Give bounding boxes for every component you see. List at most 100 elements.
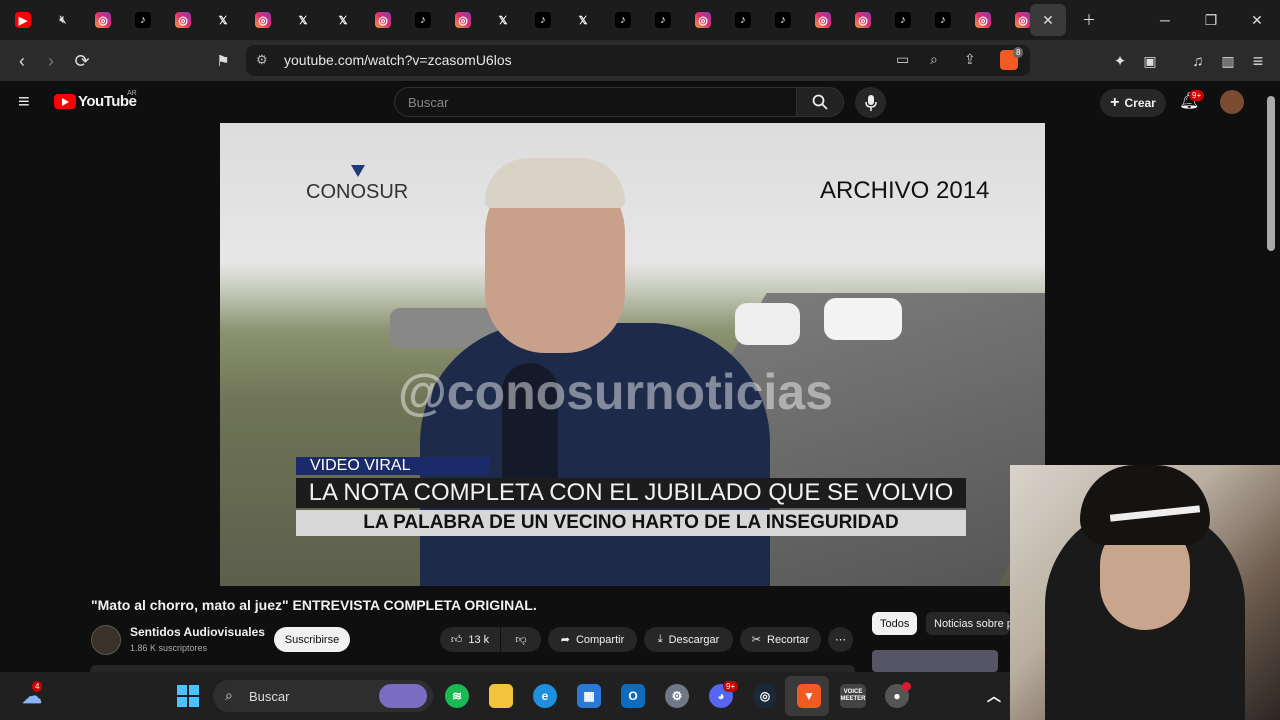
taskbar-search[interactable]: ⌕ Buscar bbox=[213, 680, 433, 712]
taskbar: ☁ 4 ⌕ Buscar ≋ e ▦ O ⚙ ◕ 9+ ◎ ▼ VOICE ME… bbox=[0, 672, 1010, 720]
cast-icon[interactable]: ▭ bbox=[896, 51, 909, 68]
avatar[interactable] bbox=[1220, 90, 1244, 114]
brave-icon[interactable]: ▼ bbox=[797, 684, 821, 708]
instagram-icon: ◎ bbox=[855, 12, 871, 28]
browser-tab[interactable]: ◎ bbox=[83, 4, 123, 36]
download-button[interactable]: ⤓ Descargar bbox=[644, 627, 733, 652]
page-scrollbar[interactable] bbox=[1267, 96, 1275, 251]
related-video-thumbnail[interactable] bbox=[872, 650, 998, 672]
browser-tab[interactable]: ♪ bbox=[723, 4, 763, 36]
browser-tab[interactable]: ♪ bbox=[123, 4, 163, 36]
tiktok-icon: ♪ bbox=[535, 12, 551, 28]
browser-tab[interactable]: 𝕏 bbox=[323, 4, 363, 36]
voicemeeter-icon[interactable]: VOICE MEETER bbox=[840, 684, 866, 708]
webcam-overlay bbox=[1010, 465, 1280, 720]
microphone-icon bbox=[864, 94, 877, 111]
search-icon bbox=[812, 94, 828, 110]
browser-tab[interactable]: ♪ bbox=[523, 4, 563, 36]
channel-avatar[interactable] bbox=[91, 625, 121, 655]
window-close-icon[interactable]: ✕ bbox=[1234, 0, 1280, 40]
restore-icon[interactable]: ❐ bbox=[1188, 0, 1234, 40]
browser-tab[interactable]: 𝕏 bbox=[483, 4, 523, 36]
search-button[interactable] bbox=[796, 87, 844, 117]
youtube-icon: ▶ bbox=[15, 12, 31, 28]
back-icon[interactable]: ‹ bbox=[9, 48, 35, 74]
browser-tab[interactable]: 🔇︎ bbox=[43, 4, 83, 36]
webcam-hair bbox=[1080, 465, 1210, 545]
browser-tab[interactable]: ♪ bbox=[403, 4, 443, 36]
browser-tab[interactable]: ◎ bbox=[843, 4, 883, 36]
file-explorer-icon[interactable] bbox=[489, 684, 513, 708]
extensions-icon[interactable]: ✦ bbox=[1107, 48, 1133, 74]
instagram-icon: ◎ bbox=[1015, 12, 1031, 28]
tiktok-icon: ♪ bbox=[135, 12, 151, 28]
address-bar[interactable]: ⚙ youtube.com/watch?v=zcasomU6los ▭ ⌕ ⇪ … bbox=[246, 45, 1030, 76]
dislike-button[interactable]: 👎︎ bbox=[501, 627, 541, 652]
outlook-icon[interactable]: O bbox=[621, 684, 645, 708]
share-button[interactable]: ➦ Compartir bbox=[548, 627, 637, 652]
steam-icon[interactable]: ◎ bbox=[753, 684, 777, 708]
plus-icon: + bbox=[1110, 94, 1120, 111]
settings-gear-icon[interactable]: ⚙ bbox=[665, 684, 689, 708]
browser-tab[interactable]: ♪ bbox=[883, 4, 923, 36]
browser-tab[interactable]: ♪ bbox=[643, 4, 683, 36]
description-box[interactable] bbox=[90, 665, 855, 672]
close-tab-icon[interactable]: ✕ bbox=[1030, 4, 1066, 36]
create-button[interactable]: + Crear bbox=[1100, 89, 1166, 117]
bookmark-icon[interactable]: ⚑ bbox=[210, 48, 236, 74]
menu-icon[interactable]: ≡ bbox=[1245, 48, 1271, 74]
forward-icon[interactable]: › bbox=[38, 48, 64, 74]
thumbs-down-icon: 👎︎ bbox=[515, 634, 527, 646]
site-info-icon[interactable]: ⚙ bbox=[256, 52, 268, 68]
share-page-icon[interactable]: ⇪ bbox=[964, 51, 976, 68]
video-player[interactable]: CONOSUR ARCHIVO 2014 @conosurnoticias VI… bbox=[220, 123, 1045, 586]
subscribe-button[interactable]: Suscribirse bbox=[274, 627, 350, 652]
browser-tab[interactable]: ◎ bbox=[803, 4, 843, 36]
search-input[interactable]: Buscar bbox=[394, 87, 797, 117]
tiktok-icon: ♪ bbox=[655, 12, 671, 28]
windows-start-icon[interactable] bbox=[176, 684, 200, 708]
hamburger-menu-icon[interactable]: ≡ bbox=[18, 91, 30, 114]
tiktok-icon: ♪ bbox=[775, 12, 791, 28]
instagram-icon: ◎ bbox=[375, 12, 391, 28]
instagram-icon: ◎ bbox=[255, 12, 271, 28]
thumbs-up-icon: 👍︎ bbox=[450, 634, 463, 646]
discord-badge: 9+ bbox=[723, 681, 739, 692]
tray-chevron-up-icon[interactable]: ︿ bbox=[982, 684, 1006, 708]
browser-tab[interactable]: ◎ bbox=[243, 4, 283, 36]
like-button[interactable]: 👍︎ 13 k bbox=[440, 627, 500, 652]
chip-all[interactable]: Todos bbox=[872, 612, 918, 635]
browser-tab[interactable]: 𝕏 bbox=[283, 4, 323, 36]
spotify-icon[interactable]: ≋ bbox=[445, 684, 469, 708]
store-icon[interactable]: ▦ bbox=[577, 684, 601, 708]
browser-tab[interactable]: ◎ bbox=[683, 4, 723, 36]
browser-tab[interactable]: ♪ bbox=[923, 4, 963, 36]
reload-icon[interactable]: ⟳ bbox=[69, 48, 95, 74]
browser-tab[interactable]: ◎ bbox=[163, 4, 203, 36]
browser-tab[interactable]: ◎ bbox=[363, 4, 403, 36]
clip-label: Recortar bbox=[767, 633, 810, 646]
new-tab-icon[interactable]: ＋ bbox=[1066, 0, 1112, 40]
media-icon[interactable]: ♫ bbox=[1185, 48, 1211, 74]
channel-name[interactable]: Sentidos Audiovisuales bbox=[130, 625, 265, 639]
minimize-icon[interactable]: ─ bbox=[1142, 0, 1188, 40]
browser-tab[interactable]: ◎ bbox=[963, 4, 1003, 36]
browser-tab[interactable]: ◎ bbox=[443, 4, 483, 36]
browser-tab[interactable]: ▶ bbox=[3, 4, 43, 36]
youtube-logo-icon[interactable] bbox=[54, 94, 76, 109]
wallet-icon[interactable]: ▣ bbox=[1137, 48, 1163, 74]
voice-search-button[interactable] bbox=[855, 87, 886, 118]
browser-tab[interactable]: ♪ bbox=[763, 4, 803, 36]
search-placeholder: Buscar bbox=[408, 95, 449, 110]
x-icon: 𝕏 bbox=[218, 14, 228, 27]
edge-icon[interactable]: e bbox=[533, 684, 557, 708]
browser-tab[interactable]: ♪ bbox=[603, 4, 643, 36]
chip-news[interactable]: Noticias sobre p bbox=[926, 612, 1010, 635]
more-actions-button[interactable]: ⋯ bbox=[828, 627, 853, 652]
zoom-icon[interactable]: ⌕ bbox=[930, 51, 938, 68]
sidebar-icon[interactable]: ▥ bbox=[1215, 48, 1241, 74]
browser-tab[interactable]: 𝕏 bbox=[563, 4, 603, 36]
clip-button[interactable]: ✂ Recortar bbox=[740, 627, 821, 652]
conosur-logo-icon bbox=[351, 165, 365, 177]
browser-tab[interactable]: 𝕏 bbox=[203, 4, 243, 36]
